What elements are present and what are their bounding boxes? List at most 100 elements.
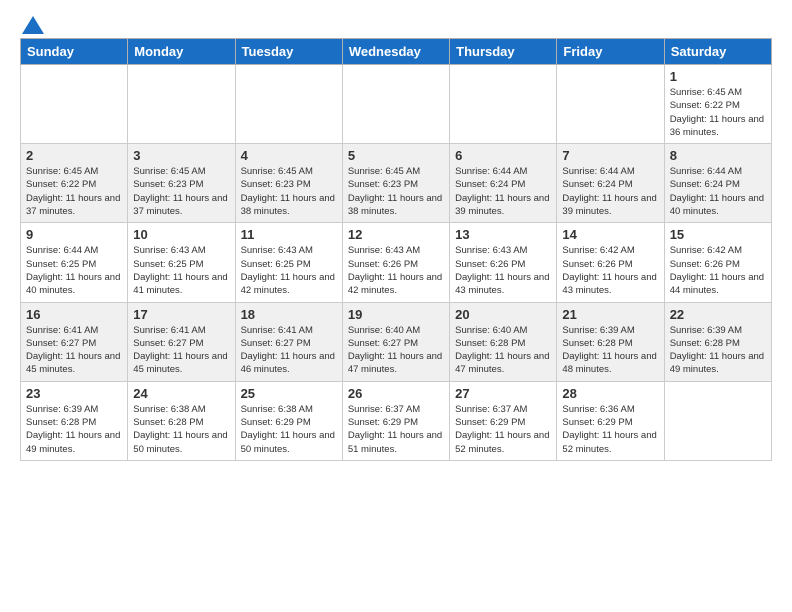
day-info: Sunrise: 6:37 AM Sunset: 6:29 PM Dayligh… bbox=[348, 403, 444, 456]
day-number: 21 bbox=[562, 307, 658, 322]
calendar-week-row: 16 Sunrise: 6:41 AM Sunset: 6:27 PM Dayli… bbox=[21, 302, 772, 381]
day-number: 9 bbox=[26, 227, 122, 242]
calendar-cell: 16Sunrise: 6:41 AM Sunset: 6:27 PM Dayli… bbox=[21, 302, 128, 381]
calendar-week-row: 2 Sunrise: 6:45 AM Sunset: 6:22 PM Daylig… bbox=[21, 144, 772, 223]
day-number: 28 bbox=[562, 386, 658, 401]
day-info: Sunrise: 6:44 AM Sunset: 6:25 PM Dayligh… bbox=[26, 244, 122, 297]
day-number: 27 bbox=[455, 386, 551, 401]
day-number: 2 bbox=[26, 148, 122, 163]
day-info: Sunrise: 6:43 AM Sunset: 6:25 PM Dayligh… bbox=[133, 244, 229, 297]
day-info: Sunrise: 6:44 AM Sunset: 6:24 PM Dayligh… bbox=[562, 165, 658, 218]
day-info: Sunrise: 6:43 AM Sunset: 6:26 PM Dayligh… bbox=[455, 244, 551, 297]
day-info: Sunrise: 6:39 AM Sunset: 6:28 PM Dayligh… bbox=[562, 324, 658, 377]
day-number: 5 bbox=[348, 148, 444, 163]
logo-icon bbox=[22, 16, 44, 34]
calendar-cell bbox=[21, 65, 128, 144]
calendar-cell bbox=[664, 381, 771, 460]
weekday-header: Monday bbox=[128, 39, 235, 65]
day-info: Sunrise: 6:45 AM Sunset: 6:23 PM Dayligh… bbox=[241, 165, 337, 218]
day-number: 14 bbox=[562, 227, 658, 242]
day-info: Sunrise: 6:44 AM Sunset: 6:24 PM Dayligh… bbox=[670, 165, 766, 218]
calendar-cell: 27Sunrise: 6:37 AM Sunset: 6:29 PM Dayli… bbox=[450, 381, 557, 460]
day-number: 10 bbox=[133, 227, 229, 242]
day-number: 24 bbox=[133, 386, 229, 401]
calendar-cell: 14 Sunrise: 6:42 AM Sunset: 6:26 PM Dayli… bbox=[557, 223, 664, 302]
weekday-header: Thursday bbox=[450, 39, 557, 65]
calendar-cell: 9 Sunrise: 6:44 AM Sunset: 6:25 PM Daylig… bbox=[21, 223, 128, 302]
calendar-cell bbox=[235, 65, 342, 144]
day-info: Sunrise: 6:45 AM Sunset: 6:22 PM Dayligh… bbox=[670, 86, 766, 139]
calendar-header-row: SundayMondayTuesdayWednesdayThursdayFrid… bbox=[21, 39, 772, 65]
calendar: SundayMondayTuesdayWednesdayThursdayFrid… bbox=[20, 38, 772, 461]
day-info: Sunrise: 6:39 AM Sunset: 6:28 PM Dayligh… bbox=[670, 324, 766, 377]
calendar-cell: 15 Sunrise: 6:42 AM Sunset: 6:26 PM Dayli… bbox=[664, 223, 771, 302]
calendar-cell: 25 Sunrise: 6:38 AM Sunset: 6:29 PM Dayli… bbox=[235, 381, 342, 460]
day-number: 17 bbox=[133, 307, 229, 322]
calendar-cell: 13 Sunrise: 6:43 AM Sunset: 6:26 PM Dayli… bbox=[450, 223, 557, 302]
day-info: Sunrise: 6:39 AM Sunset: 6:28 PM Dayligh… bbox=[26, 403, 122, 456]
calendar-cell bbox=[450, 65, 557, 144]
day-info: Sunrise: 6:45 AM Sunset: 6:22 PM Dayligh… bbox=[26, 165, 122, 218]
day-info: Sunrise: 6:41 AM Sunset: 6:27 PM Dayligh… bbox=[133, 324, 229, 377]
day-info: Sunrise: 6:40 AM Sunset: 6:28 PM Dayligh… bbox=[455, 324, 551, 377]
day-number: 25 bbox=[241, 386, 337, 401]
day-info: Sunrise: 6:41 AM Sunset: 6:27 PM Dayligh… bbox=[241, 324, 337, 377]
calendar-cell bbox=[557, 65, 664, 144]
calendar-cell: 4 Sunrise: 6:45 AM Sunset: 6:23 PM Daylig… bbox=[235, 144, 342, 223]
day-number: 18 bbox=[241, 307, 337, 322]
day-number: 1 bbox=[670, 69, 766, 84]
calendar-week-row: 9 Sunrise: 6:44 AM Sunset: 6:25 PM Daylig… bbox=[21, 223, 772, 302]
calendar-cell: 10 Sunrise: 6:43 AM Sunset: 6:25 PM Dayli… bbox=[128, 223, 235, 302]
day-info: Sunrise: 6:43 AM Sunset: 6:25 PM Dayligh… bbox=[241, 244, 337, 297]
day-info: Sunrise: 6:42 AM Sunset: 6:26 PM Dayligh… bbox=[562, 244, 658, 297]
calendar-cell: 24 Sunrise: 6:38 AM Sunset: 6:28 PM Dayli… bbox=[128, 381, 235, 460]
calendar-week-row: 23 Sunrise: 6:39 AM Sunset: 6:28 PM Dayli… bbox=[21, 381, 772, 460]
day-info: Sunrise: 6:40 AM Sunset: 6:27 PM Dayligh… bbox=[348, 324, 444, 377]
day-number: 8 bbox=[670, 148, 766, 163]
day-number: 6 bbox=[455, 148, 551, 163]
day-info: Sunrise: 6:45 AM Sunset: 6:23 PM Dayligh… bbox=[348, 165, 444, 218]
calendar-cell: 2 Sunrise: 6:45 AM Sunset: 6:22 PM Daylig… bbox=[21, 144, 128, 223]
calendar-cell: 3Sunrise: 6:45 AM Sunset: 6:23 PM Daylig… bbox=[128, 144, 235, 223]
calendar-cell: 17 Sunrise: 6:41 AM Sunset: 6:27 PM Dayli… bbox=[128, 302, 235, 381]
day-info: Sunrise: 6:43 AM Sunset: 6:26 PM Dayligh… bbox=[348, 244, 444, 297]
calendar-week-row: 1 Sunrise: 6:45 AM Sunset: 6:22 PM Daylig… bbox=[21, 65, 772, 144]
day-number: 11 bbox=[241, 227, 337, 242]
weekday-header: Friday bbox=[557, 39, 664, 65]
calendar-cell: 12Sunrise: 6:43 AM Sunset: 6:26 PM Dayli… bbox=[342, 223, 449, 302]
calendar-cell: 20Sunrise: 6:40 AM Sunset: 6:28 PM Dayli… bbox=[450, 302, 557, 381]
calendar-cell: 26 Sunrise: 6:37 AM Sunset: 6:29 PM Dayli… bbox=[342, 381, 449, 460]
header bbox=[20, 16, 772, 30]
calendar-cell bbox=[128, 65, 235, 144]
day-info: Sunrise: 6:38 AM Sunset: 6:28 PM Dayligh… bbox=[133, 403, 229, 456]
day-info: Sunrise: 6:36 AM Sunset: 6:29 PM Dayligh… bbox=[562, 403, 658, 456]
calendar-cell: 6 Sunrise: 6:44 AM Sunset: 6:24 PM Daylig… bbox=[450, 144, 557, 223]
calendar-cell: 21 Sunrise: 6:39 AM Sunset: 6:28 PM Dayli… bbox=[557, 302, 664, 381]
logo bbox=[20, 16, 44, 30]
day-info: Sunrise: 6:38 AM Sunset: 6:29 PM Dayligh… bbox=[241, 403, 337, 456]
calendar-cell: 23 Sunrise: 6:39 AM Sunset: 6:28 PM Dayli… bbox=[21, 381, 128, 460]
page: SundayMondayTuesdayWednesdayThursdayFrid… bbox=[0, 0, 792, 477]
weekday-header: Sunday bbox=[21, 39, 128, 65]
day-number: 22 bbox=[670, 307, 766, 322]
calendar-cell: 1 Sunrise: 6:45 AM Sunset: 6:22 PM Daylig… bbox=[664, 65, 771, 144]
day-number: 26 bbox=[348, 386, 444, 401]
day-number: 15 bbox=[670, 227, 766, 242]
day-number: 13 bbox=[455, 227, 551, 242]
day-info: Sunrise: 6:44 AM Sunset: 6:24 PM Dayligh… bbox=[455, 165, 551, 218]
day-number: 4 bbox=[241, 148, 337, 163]
day-number: 23 bbox=[26, 386, 122, 401]
weekday-header: Tuesday bbox=[235, 39, 342, 65]
calendar-cell bbox=[342, 65, 449, 144]
day-number: 7 bbox=[562, 148, 658, 163]
day-info: Sunrise: 6:42 AM Sunset: 6:26 PM Dayligh… bbox=[670, 244, 766, 297]
calendar-cell: 11 Sunrise: 6:43 AM Sunset: 6:25 PM Dayli… bbox=[235, 223, 342, 302]
calendar-cell: 7 Sunrise: 6:44 AM Sunset: 6:24 PM Daylig… bbox=[557, 144, 664, 223]
calendar-cell: 22 Sunrise: 6:39 AM Sunset: 6:28 PM Dayli… bbox=[664, 302, 771, 381]
calendar-cell: 5 Sunrise: 6:45 AM Sunset: 6:23 PM Daylig… bbox=[342, 144, 449, 223]
calendar-cell: 8 Sunrise: 6:44 AM Sunset: 6:24 PM Daylig… bbox=[664, 144, 771, 223]
day-number: 16 bbox=[26, 307, 122, 322]
day-number: 19 bbox=[348, 307, 444, 322]
day-info: Sunrise: 6:45 AM Sunset: 6:23 PM Dayligh… bbox=[133, 165, 229, 218]
weekday-header: Saturday bbox=[664, 39, 771, 65]
